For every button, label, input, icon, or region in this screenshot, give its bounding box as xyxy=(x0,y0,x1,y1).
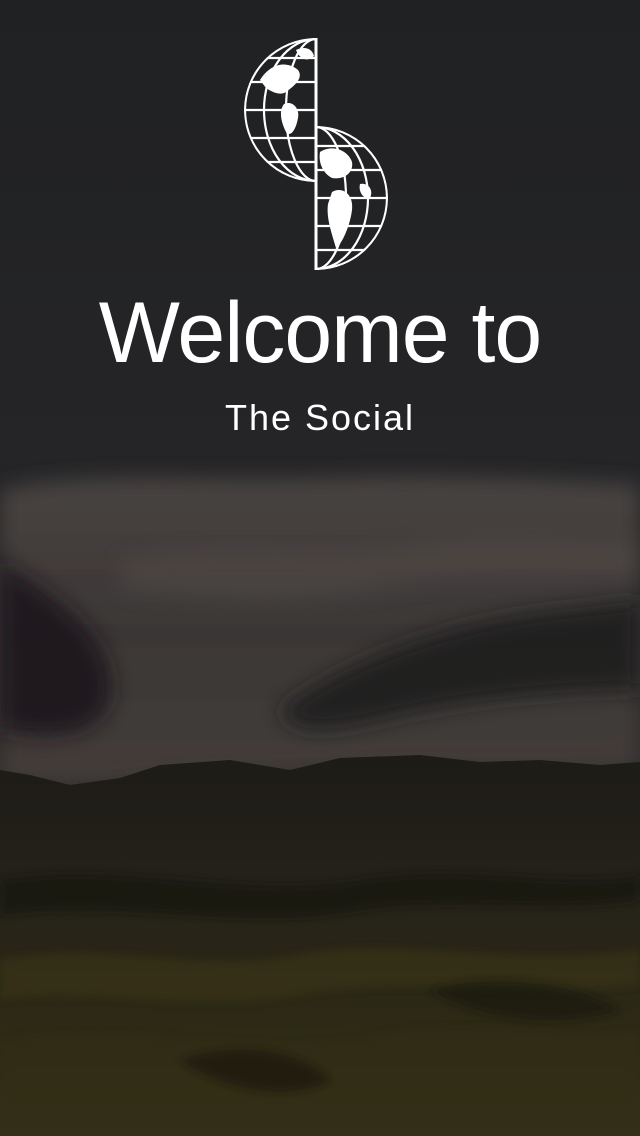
app-name-subtitle: The Social xyxy=(224,397,416,438)
welcome-screen: Welcome to The Social xyxy=(0,0,640,1136)
split-globe-logo-icon xyxy=(244,38,388,270)
welcome-title: Welcome to xyxy=(98,285,542,381)
